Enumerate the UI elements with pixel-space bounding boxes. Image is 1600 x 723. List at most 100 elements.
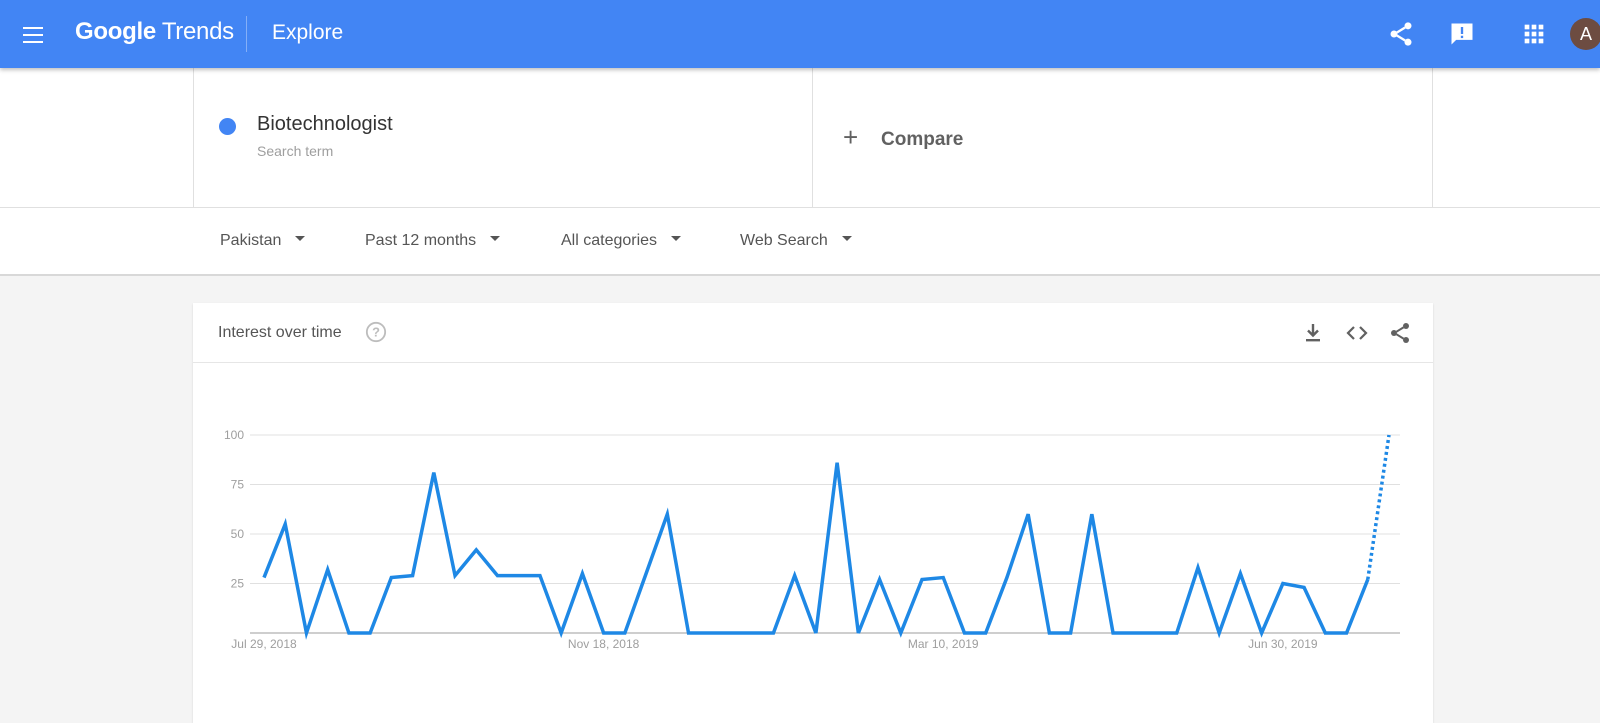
data-point (305, 632, 308, 635)
interest-over-time-card: Interest over time ? 100 75 50 25 Jul 29, 20… (193, 303, 1433, 723)
google-trends-logo[interactable]: Google Trends (75, 18, 234, 46)
data-point (666, 513, 669, 516)
data-point (1303, 586, 1306, 589)
data-point (1388, 434, 1391, 437)
data-point (645, 572, 648, 575)
page-title: Explore (272, 21, 344, 44)
data-point (857, 632, 860, 635)
y-tick-label: 100 (224, 428, 244, 442)
data-point (1048, 632, 1051, 635)
caret-down-icon (841, 236, 852, 242)
data-point (1069, 632, 1072, 635)
data-point (751, 632, 754, 635)
filter-bar: Pakistan Past 12 months All categories W… (0, 207, 1600, 276)
data-point (560, 632, 563, 635)
search-term-name[interactable]: Biotechnologist (257, 113, 393, 136)
y-tick-label: 50 (231, 527, 245, 541)
time-range-dropdown[interactable]: Past 12 months (365, 232, 501, 250)
x-tick-label: Mar 10, 2019 (908, 637, 979, 651)
data-point (1133, 632, 1136, 635)
share-icon[interactable] (1387, 20, 1415, 48)
data-point (581, 572, 584, 575)
term-color-dot (219, 118, 236, 135)
data-point (1090, 513, 1093, 516)
data-point (1218, 632, 1221, 635)
search-term-type: Search term (257, 143, 334, 159)
data-point (1260, 632, 1263, 635)
data-point (963, 632, 966, 635)
data-point (793, 574, 796, 577)
data-point (1112, 632, 1115, 635)
data-point (390, 576, 393, 579)
series-line-partial (1366, 434, 1391, 580)
caret-down-icon (295, 236, 306, 242)
data-point (369, 632, 372, 635)
data-point (687, 632, 690, 635)
data-point (836, 461, 839, 464)
search-property-dropdown[interactable]: Web Search (740, 232, 852, 250)
data-point (538, 574, 541, 577)
caret-down-icon (671, 236, 682, 242)
caret-down-icon (490, 236, 501, 242)
data-point (878, 578, 881, 581)
x-tick-label: Jun 30, 2019 (1248, 637, 1318, 651)
logo-trends-text: Trends (161, 18, 234, 45)
data-point (729, 632, 732, 635)
compare-label: Compare (881, 129, 964, 150)
x-tick-label: Nov 18, 2018 (568, 637, 640, 651)
top-app-bar: Google Trends Explore A (0, 0, 1600, 68)
y-tick-label: 75 (231, 478, 245, 492)
x-tick-label: Jul 29, 2018 (231, 637, 297, 651)
svg-text:?: ? (372, 325, 380, 340)
data-point (602, 632, 605, 635)
share-icon[interactable] (1388, 321, 1412, 345)
data-point (899, 632, 902, 635)
search-term-card[interactable]: Biotechnologist Search term (193, 68, 813, 207)
line-chart: 100 75 50 25 Jul 29, 2018 Nov 18, 2018 Mar 10,… (224, 428, 1400, 651)
data-point (1005, 576, 1008, 579)
data-point (517, 574, 520, 577)
region-dropdown[interactable]: Pakistan (220, 232, 306, 250)
category-label: All categories (561, 232, 658, 249)
data-point (623, 632, 626, 635)
compare-button[interactable]: + Compare (813, 68, 1433, 207)
data-point (1196, 566, 1199, 569)
series-line (262, 462, 1370, 640)
account-avatar[interactable]: A (1570, 18, 1600, 50)
data-point (921, 578, 924, 581)
data-point (1175, 632, 1178, 635)
help-icon[interactable]: ? (365, 321, 387, 343)
data-point (1027, 513, 1030, 516)
logo-google-text: Google (75, 18, 156, 45)
time-range-label: Past 12 months (365, 232, 477, 249)
data-point (1154, 632, 1157, 635)
data-point (475, 548, 478, 551)
data-point (432, 471, 435, 474)
data-point (326, 568, 329, 571)
embed-code-icon[interactable] (1345, 321, 1369, 345)
data-point (1281, 582, 1284, 585)
apps-grid-icon[interactable] (1520, 20, 1548, 48)
header-divider (246, 16, 247, 52)
data-point (1324, 632, 1327, 635)
data-point (942, 576, 945, 579)
data-point (347, 632, 350, 635)
data-point (454, 574, 457, 577)
data-point (1366, 578, 1369, 581)
data-point (496, 574, 499, 577)
data-point (708, 632, 711, 635)
data-point (1345, 632, 1348, 635)
data-point (814, 632, 817, 635)
add-icon: + (843, 122, 859, 152)
menu-icon[interactable] (20, 22, 46, 48)
feedback-icon[interactable] (1448, 20, 1476, 48)
data-point (284, 523, 287, 526)
y-tick-label: 25 (231, 577, 245, 591)
card-title: Interest over time (218, 324, 342, 341)
download-icon[interactable] (1301, 321, 1325, 345)
data-point (1239, 572, 1242, 575)
data-point (263, 576, 266, 579)
region-label: Pakistan (220, 232, 282, 249)
category-dropdown[interactable]: All categories (561, 232, 682, 250)
card-header: Interest over time ? (193, 303, 1433, 363)
